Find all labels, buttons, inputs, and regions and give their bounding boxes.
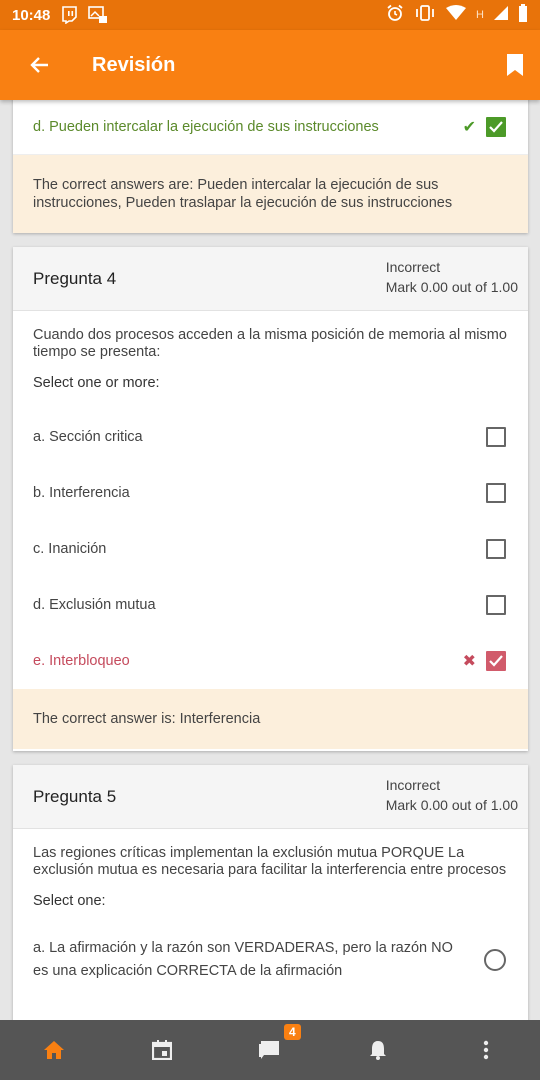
wifi-icon [446,4,467,26]
arrow-back-icon [30,57,48,73]
answer-option[interactable]: a. Sección critica [13,409,528,465]
alarm-icon [386,4,404,27]
answer-option[interactable]: d. Exclusión mutua [13,577,528,633]
option-label: a. Sección critica [33,429,143,445]
mark-label: Mark 0.00 out of 1.00 [385,279,518,295]
bell-icon [370,1041,386,1060]
correct-answer-feedback: The correct answer is: Interferencia [13,689,528,749]
messages-icon [259,1041,279,1059]
correct-answer-feedback: The correct answers are: Pueden intercal… [13,155,528,233]
checkmark-icon [489,655,503,667]
question-state: Incorrect Mark 0.00 out of 1.00 [386,775,518,815]
nav-home[interactable] [0,1020,108,1080]
incorrect-cross-icon: ✖ [462,653,476,670]
question-text: Cuando dos procesos acceden a la misma p… [33,327,507,360]
review-content[interactable]: d. Pueden intercalar la ejecución de sus… [0,100,540,1020]
nav-more[interactable] [432,1020,540,1080]
question-header: Pregunta 4 Incorrect Mark 0.00 out of 1.… [13,247,528,311]
answer-checkbox[interactable] [486,595,506,615]
battery-icon [518,3,528,27]
option-label: d. Exclusión mutua [33,597,156,613]
question-3-card: d. Pueden intercalar la ejecución de sus… [13,100,528,233]
nav-messages[interactable]: 4 [216,1020,324,1080]
option-label: e. Interbloqueo [33,653,130,669]
nav-notifications[interactable] [324,1020,432,1080]
question-4-card: Pregunta 4 Incorrect Mark 0.00 out of 1.… [13,247,528,751]
question-5-card: Pregunta 5 Incorrect Mark 0.00 out of 1.… [13,765,528,1020]
question-text: Las regiones críticas implementan la exc… [33,845,507,878]
feedback-text: The correct answers are: Pueden intercal… [33,177,453,211]
select-instruction: Select one or more: [33,375,160,391]
state-label: Incorrect [385,259,441,275]
gallery-icon [88,6,108,24]
answer-checkbox[interactable] [486,539,506,559]
status-bar: 10:48 H [0,0,540,30]
more-vertical-icon [483,1040,489,1060]
answer-checkbox[interactable] [486,483,506,503]
nav-calendar[interactable] [108,1020,216,1080]
correct-check-icon: ✔ [462,119,476,136]
option-label: c. Inanición [33,541,107,557]
bookmark-icon [507,54,523,76]
answer-checkbox[interactable] [486,651,506,671]
bottom-nav: 4 [0,1020,540,1080]
question-title: Pregunta 5 [33,786,117,806]
answer-option[interactable]: a. La afirmación y la razón son VERDADER… [13,909,528,983]
state-label: Incorrect [385,777,441,793]
mark-label: Mark 0.00 out of 1.00 [385,797,518,813]
option-label: b. Interferencia [33,485,130,501]
page-title: Revisión [92,53,176,76]
app-bar: Revisión [0,30,540,100]
answer-checkbox[interactable] [486,427,506,447]
vibrate-icon [414,4,436,27]
question-header: Pregunta 5 Incorrect Mark 0.00 out of 1.… [13,765,528,829]
answer-option[interactable]: e. Interbloqueo ✖ [13,633,528,689]
back-button[interactable] [0,30,80,100]
status-time: 10:48 [12,6,51,24]
checkmark-icon [489,121,503,133]
select-instruction: Select one: [33,893,106,909]
question-state: Incorrect Mark 0.00 out of 1.00 [386,257,518,297]
option-label: d. Pueden intercalar la ejecución de sus… [33,119,379,135]
question-title: Pregunta 4 [33,268,117,288]
home-icon [44,1041,64,1059]
signal-icon [494,5,508,25]
calendar-icon [152,1040,172,1060]
bookmark-button[interactable] [506,54,524,76]
messages-badge: 4 [284,1024,301,1040]
twitch-icon [60,6,78,24]
answer-option[interactable]: b. Interferencia [13,465,528,521]
answer-option[interactable]: d. Pueden intercalar la ejecución de sus… [13,100,528,155]
answer-option[interactable]: c. Inanición [13,521,528,577]
option-label: a. La afirmación y la razón son VERDADER… [33,940,453,979]
answer-radio[interactable] [484,949,506,971]
network-type: H [476,9,484,21]
answer-checkbox[interactable] [486,117,506,137]
feedback-text: The correct answer is: Interferencia [33,711,261,727]
